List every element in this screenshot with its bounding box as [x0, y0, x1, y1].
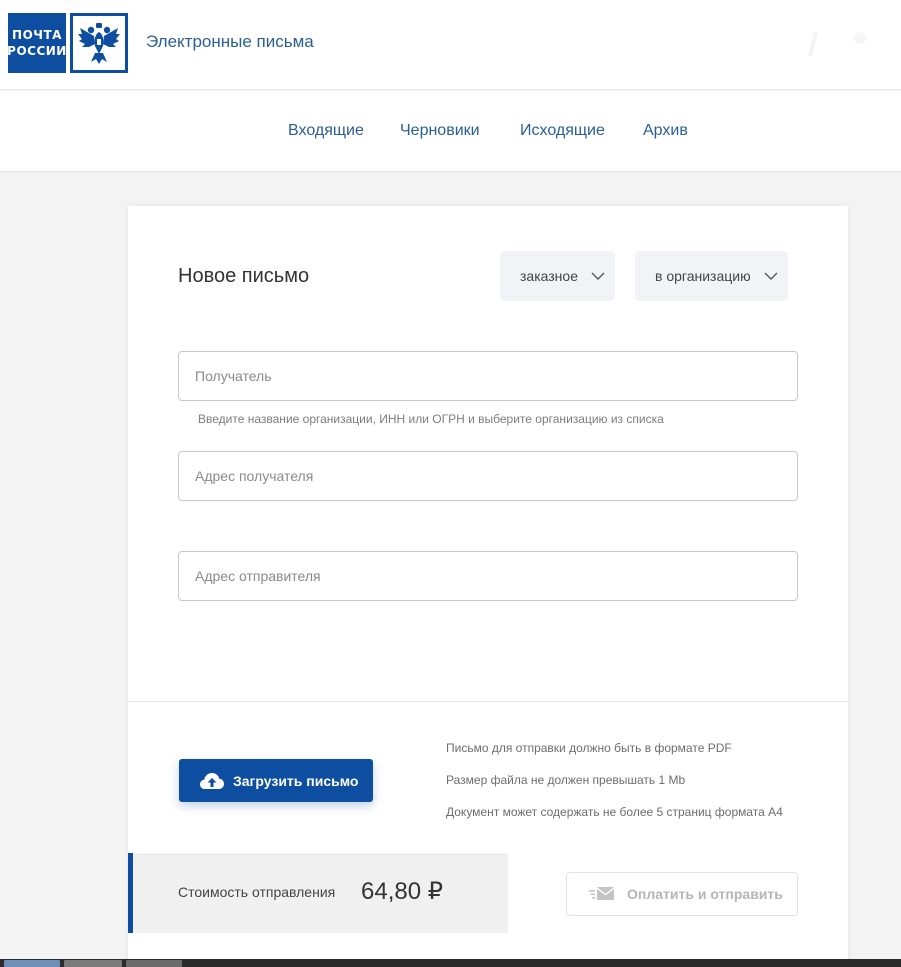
recipient-address-input[interactable] [179, 452, 797, 500]
letter-type-value: заказное [520, 268, 578, 284]
recipient-address-field[interactable] [178, 451, 798, 501]
double-headed-eagle-icon [78, 23, 120, 64]
logo-emblem [70, 13, 128, 73]
requirement-format: Письмо для отправки должно быть в формат… [446, 741, 732, 755]
cost-value: 64,80 ₽ [361, 878, 443, 905]
recipient-field[interactable] [178, 351, 798, 401]
letter-type-select[interactable]: заказное [500, 251, 615, 301]
logo-line-2: РОССИИ [7, 44, 67, 58]
recipient-type-value: в организацию [655, 268, 751, 284]
envelope-send-icon [589, 887, 615, 900]
cost-panel: Стоимость отправления 64,80 ₽ [128, 853, 508, 933]
pay-button-label: Оплатить и отправить [627, 886, 783, 902]
upload-button-label: Загрузить письмо [233, 772, 359, 789]
app-title: Электронные письма [146, 32, 314, 51]
taskbar-button[interactable] [4, 960, 60, 967]
taskbar-button[interactable] [126, 960, 182, 967]
recipient-hint: Введите название организации, ИНН или ОГ… [198, 412, 664, 426]
russian-post-logo[interactable]: ПОЧТА РОССИИ [7, 13, 128, 73]
logo-line-1: ПОЧТА [12, 28, 62, 42]
nav-item-outgoing[interactable]: Исходящие [520, 122, 605, 140]
taskbar-button[interactable] [64, 960, 122, 967]
upload-letter-button[interactable]: Загрузить письмо [179, 759, 373, 802]
os-taskbar [0, 959, 901, 967]
page-title: Новое письмо [178, 265, 310, 287]
main-nav: Входящие Черновики Исходящие Архив [0, 91, 901, 172]
header-faded-icon [800, 26, 880, 62]
chevron-down-icon [764, 272, 778, 280]
nav-item-archive[interactable]: Архив [643, 122, 688, 140]
cloud-upload-icon [200, 772, 224, 789]
recipient-type-select[interactable]: в организацию [635, 251, 788, 301]
sender-address-field[interactable] [178, 551, 798, 601]
nav-item-inbox[interactable]: Входящие [288, 122, 364, 140]
section-divider [128, 701, 848, 702]
header: ПОЧТА РОССИИ Электронные письма [0, 0, 901, 90]
new-letter-card: Новое письмо заказное в организацию Введ… [128, 206, 848, 967]
sender-address-input[interactable] [179, 552, 797, 600]
requirement-size: Размер файла не должен превышать 1 Mb [446, 773, 686, 787]
logo-wordmark: ПОЧТА РОССИИ [7, 13, 67, 73]
cost-label: Стоимость отправления [178, 884, 336, 900]
nav-item-drafts[interactable]: Черновики [400, 122, 480, 140]
chevron-down-icon [591, 272, 605, 280]
pay-and-send-button[interactable]: Оплатить и отправить [566, 872, 798, 916]
recipient-input[interactable] [179, 352, 797, 400]
requirement-pages: Документ может содержать не более 5 стра… [446, 805, 783, 819]
